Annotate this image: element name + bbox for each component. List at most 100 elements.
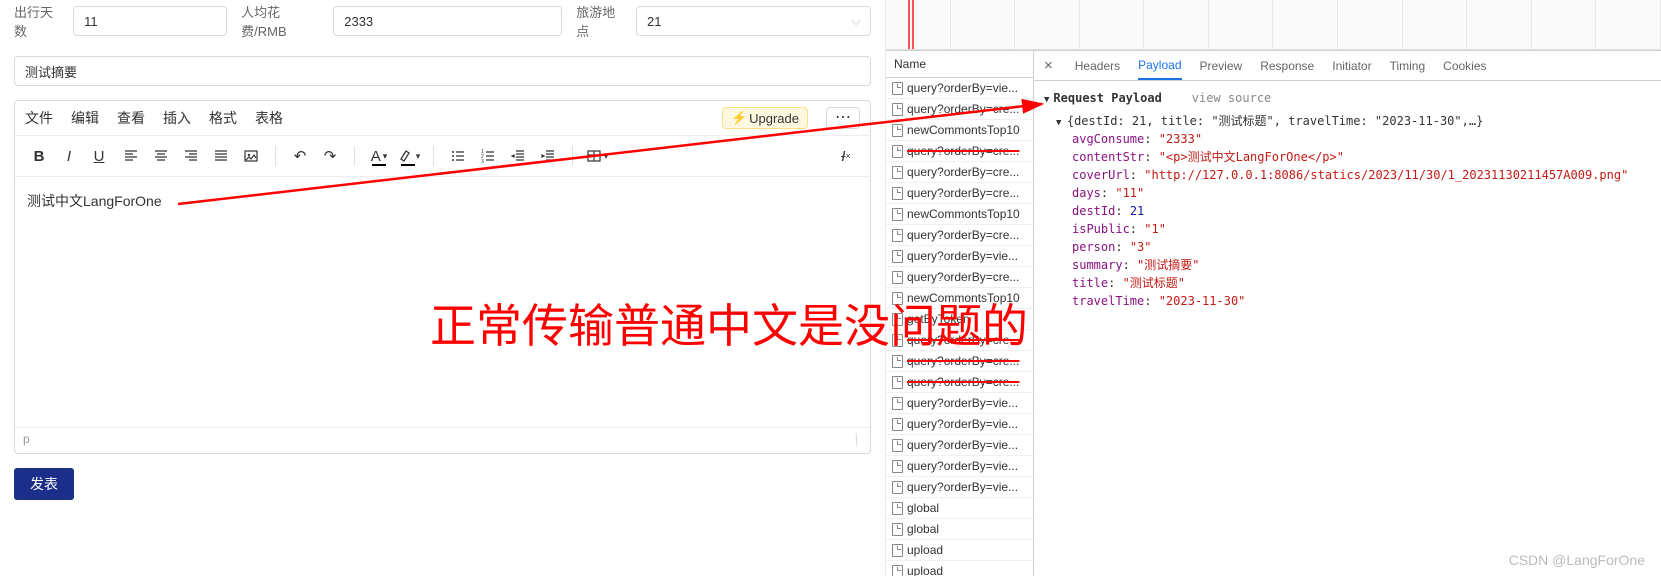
menu-table[interactable]: 表格 [255,108,283,128]
network-name-header[interactable]: Name [886,51,1033,78]
resize-handle-icon[interactable]: ⟋ [848,431,867,450]
close-detail-button[interactable]: × [1040,57,1057,74]
summary-input[interactable] [14,56,871,86]
dest-select[interactable] [636,6,871,36]
days-input[interactable] [73,6,227,36]
tab-headers[interactable]: Headers [1075,53,1120,79]
align-left-button[interactable] [117,142,145,170]
menu-view[interactable]: 查看 [117,108,145,128]
tab-cookies[interactable]: Cookies [1443,53,1486,79]
network-request-row[interactable]: global [886,519,1033,540]
payload-value: "11" [1115,186,1144,200]
payload-value: 21 [1130,204,1144,218]
image-button[interactable] [237,142,265,170]
tab-initiator[interactable]: Initiator [1332,53,1371,79]
view-source-link[interactable]: view source [1192,89,1271,107]
request-label: query?orderBy=vie... [907,417,1018,431]
tab-preview[interactable]: Preview [1200,53,1243,79]
network-request-row[interactable]: query?orderBy=vie... [886,435,1033,456]
request-label: upload [907,543,943,557]
align-center-button[interactable] [147,142,175,170]
document-icon [892,418,903,431]
payload-field[interactable]: coverUrl: "http://127.0.0.1:8086/statics… [1044,166,1651,184]
bullet-list-button[interactable] [444,142,472,170]
number-list-button[interactable]: 123 [474,142,502,170]
undo-button[interactable]: ↶ [286,142,314,170]
request-label: query?orderBy=cre... [907,270,1019,284]
watermark: CSDN @LangForOne [1509,552,1645,568]
tab-response[interactable]: Response [1260,53,1314,79]
payload-title[interactable]: Request Payload [1044,89,1162,108]
outdent-button[interactable] [504,142,532,170]
redo-button[interactable]: ↷ [316,142,344,170]
align-right-button[interactable] [177,142,205,170]
payload-key: destId [1072,204,1115,218]
italic-button[interactable]: I [55,142,83,170]
payload-key: coverUrl [1072,168,1130,182]
request-label: newCommontsTop10 [907,207,1020,221]
network-request-row[interactable]: query?orderBy=cre... [886,267,1033,288]
network-request-row[interactable]: query?orderBy=vie... [886,477,1033,498]
payload-field[interactable]: person: "3" [1044,238,1651,256]
network-request-row[interactable]: query?orderBy=cre... [886,183,1033,204]
menu-edit[interactable]: 编辑 [71,108,99,128]
more-button[interactable]: ⋯ [826,107,860,129]
request-label: query?orderBy=cre... [907,165,1019,179]
payload-field[interactable]: days: "11" [1044,184,1651,202]
payload-summary[interactable]: {destId: 21, title: "测试标题", travelTime: … [1044,112,1651,131]
menu-format[interactable]: 格式 [209,108,237,128]
network-request-row[interactable]: query?orderBy=cre... [886,372,1033,393]
text-color-button[interactable]: A▾ [365,142,393,170]
payload-value: "测试标题" [1123,276,1185,290]
bg-color-button[interactable]: ▾ [395,142,423,170]
payload-key: title [1072,276,1108,290]
upgrade-button[interactable]: ⚡Upgrade [722,107,808,129]
network-detail-panel: × Headers Payload Preview Response Initi… [1034,51,1661,576]
document-icon [892,397,903,410]
network-request-row[interactable]: newCommontsTop10 [886,204,1033,225]
document-icon [892,187,903,200]
payload-key: person [1072,240,1115,254]
payload-field[interactable]: destId: 21 [1044,202,1651,220]
tab-payload[interactable]: Payload [1138,52,1181,80]
table-button[interactable]: ▾ [583,142,611,170]
cost-input[interactable] [333,6,562,36]
document-icon [892,229,903,242]
menu-file[interactable]: 文件 [25,108,53,128]
network-request-row[interactable]: newCommontsTop10 [886,120,1033,141]
network-request-row[interactable]: upload [886,540,1033,561]
menu-insert[interactable]: 插入 [163,108,191,128]
payload-field[interactable]: summary: "测试摘要" [1044,256,1651,274]
publish-button[interactable]: 发表 [14,468,74,500]
network-request-row[interactable]: global [886,498,1033,519]
document-icon [892,481,903,494]
indent-button[interactable] [534,142,562,170]
bold-button[interactable]: B [25,142,53,170]
network-request-row[interactable]: query?orderBy=cre... [886,225,1033,246]
payload-field[interactable]: contentStr: "<p>测试中文LangForOne</p>" [1044,148,1651,166]
devtools-timeline[interactable] [886,0,1661,50]
network-request-row[interactable]: query?orderBy=cre... [886,141,1033,162]
network-request-row[interactable]: query?orderBy=cre... [886,162,1033,183]
network-request-row[interactable]: query?orderBy=vie... [886,393,1033,414]
network-request-row[interactable]: query?orderBy=vie... [886,246,1033,267]
annotation-text: 正常传输普通中文是没问题的 [430,290,1028,356]
network-request-row[interactable]: query?orderBy=vie... [886,414,1033,435]
payload-field[interactable]: travelTime: "2023-11-30" [1044,292,1651,310]
align-justify-button[interactable] [207,142,235,170]
network-request-row[interactable]: query?orderBy=vie... [886,78,1033,99]
network-request-row[interactable]: query?orderBy=vie... [886,456,1033,477]
request-label: query?orderBy=cre... [907,102,1019,116]
network-request-row[interactable]: query?orderBy=cre... [886,99,1033,120]
document-icon [892,145,903,158]
payload-field[interactable]: avgConsume: "2333" [1044,130,1651,148]
payload-field[interactable]: title: "测试标题" [1044,274,1651,292]
underline-button[interactable]: U [85,142,113,170]
payload-key: isPublic [1072,222,1130,236]
tab-timing[interactable]: Timing [1390,53,1426,79]
clear-format-button[interactable]: I× [832,142,860,170]
payload-field[interactable]: isPublic: "1" [1044,220,1651,238]
network-request-row[interactable]: upload [886,561,1033,576]
request-label: query?orderBy=vie... [907,438,1018,452]
document-icon [892,565,903,576]
